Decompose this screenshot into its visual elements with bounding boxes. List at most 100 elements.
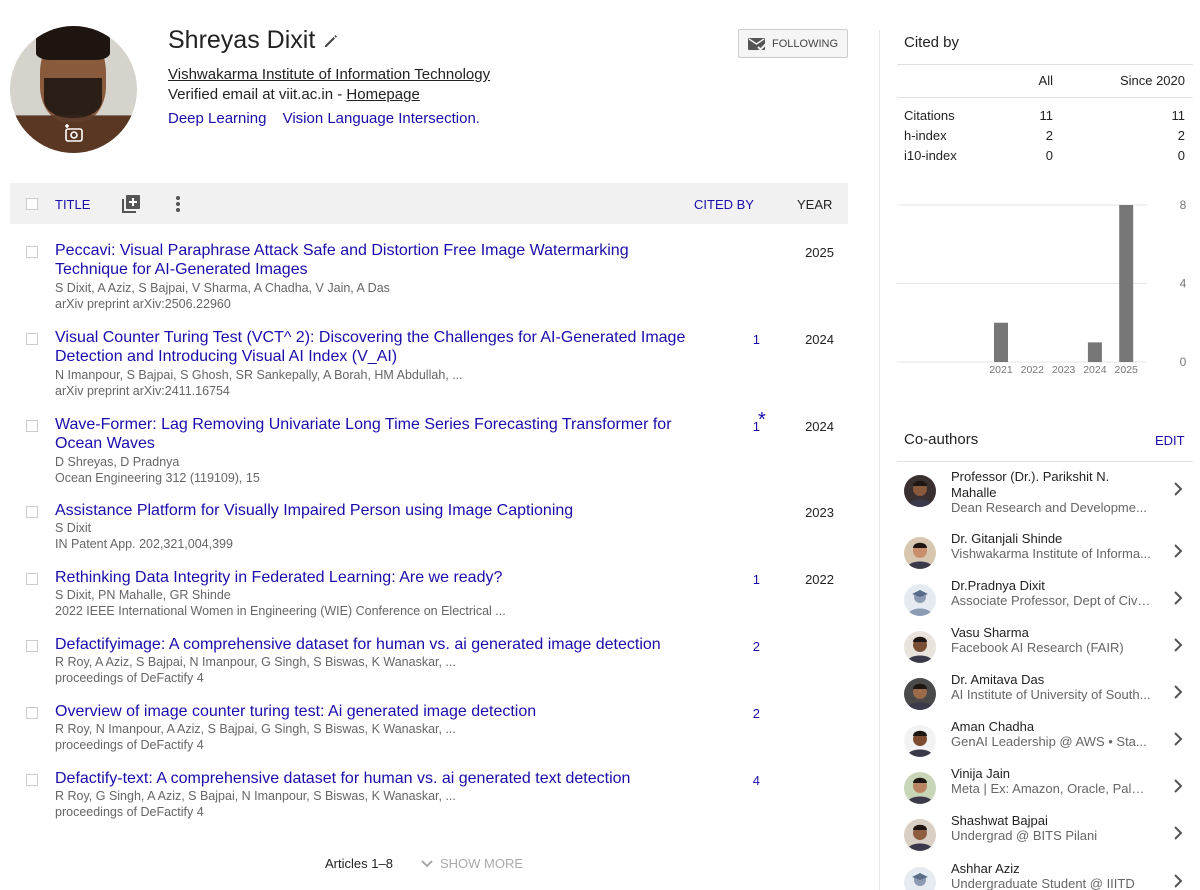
divider bbox=[897, 461, 1193, 462]
article-venue: proceedings of DeFactify 4 bbox=[55, 738, 204, 752]
coauthor-item[interactable]: Vinija Jain Meta | Ex: Amazon, Oracle, Pa… bbox=[897, 766, 1193, 813]
row-checkbox[interactable] bbox=[26, 707, 38, 719]
edit-pencil-icon[interactable] bbox=[322, 32, 340, 50]
merged-citation-star[interactable]: * bbox=[758, 409, 766, 432]
article-venue: arXiv preprint arXiv:2411.16754 bbox=[55, 384, 230, 398]
homepage-link[interactable]: Homepage bbox=[346, 86, 419, 103]
chart-x-tick-label: 2024 bbox=[1083, 364, 1107, 376]
add-photo-icon[interactable] bbox=[64, 124, 84, 142]
row-checkbox[interactable] bbox=[26, 640, 38, 652]
coauthor-name: Professor (Dr.). Parikshit N. Mahalle bbox=[951, 469, 1110, 500]
coauthor-placeholder-avatar bbox=[904, 584, 936, 616]
coauthor-placeholder-avatar bbox=[904, 867, 936, 890]
cited-by-count[interactable]: 1 bbox=[710, 419, 760, 434]
verified-email: Verified email at viit.ac.in - Homepage bbox=[168, 86, 420, 103]
table-row: Assistance Platform for Visually Impaire… bbox=[10, 501, 848, 556]
article-title-link[interactable]: Peccavi: Visual Paraphrase Attack Safe a… bbox=[55, 241, 695, 279]
cited-by-count[interactable]: 4 bbox=[710, 773, 760, 788]
coauthor-name: Dr.Pradnya Dixit bbox=[951, 578, 1045, 593]
sort-by-year[interactable]: YEAR bbox=[797, 197, 832, 212]
metric-label: Citations bbox=[904, 108, 955, 123]
coauthor-item[interactable]: Dr.Pradnya Dixit Associate Professor, Dep… bbox=[897, 578, 1193, 625]
chevron-right-icon[interactable] bbox=[1173, 481, 1183, 497]
row-checkbox[interactable] bbox=[26, 246, 38, 258]
article-title-link[interactable]: Defactifyimage: A comprehensive dataset … bbox=[55, 635, 695, 654]
profile-avatar[interactable] bbox=[10, 26, 137, 153]
coauthor-item[interactable]: Shashwat Bajpai Undergrad @ BITS Pilani bbox=[897, 813, 1193, 860]
chevron-right-icon[interactable] bbox=[1173, 543, 1183, 559]
following-button[interactable]: FOLLOWING bbox=[738, 29, 848, 58]
table-row: Wave-Former: Lag Removing Univariate Lon… bbox=[10, 409, 848, 490]
cited-by-count[interactable]: 1 bbox=[710, 572, 760, 587]
coauthor-name: Ashhar Aziz bbox=[951, 861, 1020, 876]
coauthor-avatar bbox=[904, 772, 936, 804]
chart-x-tick-label: 2021 bbox=[989, 364, 1013, 376]
coauthor-name: Dr. Gitanjali Shinde bbox=[951, 531, 1063, 546]
interest-link[interactable]: Deep Learning bbox=[168, 110, 266, 127]
coauthor-item[interactable]: Professor (Dr.). Parikshit N. Mahalle Dea… bbox=[897, 469, 1193, 516]
article-title-link[interactable]: Overview of image counter turing test: A… bbox=[55, 702, 695, 721]
article-authors: N Imanpour, S Bajpai, S Ghosh, SR Sankep… bbox=[55, 368, 463, 382]
more-vert-icon[interactable] bbox=[173, 194, 183, 214]
chart-bar[interactable] bbox=[1119, 205, 1134, 362]
row-checkbox[interactable] bbox=[26, 573, 38, 585]
article-title-link[interactable]: Wave-Former: Lag Removing Univariate Lon… bbox=[55, 415, 695, 453]
article-authors: S Dixit bbox=[55, 521, 92, 535]
row-checkbox[interactable] bbox=[26, 420, 38, 432]
coauthor-item[interactable]: Aman Chadha GenAI Leadership @ AWS • Sta.… bbox=[897, 719, 1193, 766]
coauthor-item[interactable]: Vasu Sharma Facebook AI Research (FAIR) bbox=[897, 625, 1193, 672]
article-venue: Ocean Engineering 312 (119109), 15 bbox=[55, 471, 260, 485]
row-checkbox[interactable] bbox=[26, 774, 38, 786]
chart-bar[interactable] bbox=[994, 322, 1008, 362]
coauthor-item[interactable]: Dr. Amitava Das AI Institute of Universit… bbox=[897, 672, 1193, 719]
edit-coauthors-button[interactable]: EDIT bbox=[1155, 433, 1185, 448]
table-row: Defactifyimage: A comprehensive dataset … bbox=[10, 635, 848, 690]
coauthor-avatar bbox=[904, 631, 936, 663]
sort-by-cited[interactable]: CITED BY bbox=[694, 197, 754, 212]
metric-label: i10-index bbox=[904, 148, 957, 163]
article-title-link[interactable]: Assistance Platform for Visually Impaire… bbox=[55, 501, 695, 520]
article-title-link[interactable]: Defactify-text: A comprehensive dataset … bbox=[55, 769, 695, 788]
metric-all: 0 bbox=[1045, 148, 1053, 163]
article-authors: R Roy, A Aziz, S Bajpai, N Imanpour, G S… bbox=[55, 655, 456, 669]
row-checkbox[interactable] bbox=[26, 333, 38, 345]
interest-link[interactable]: Vision Language Intersection. bbox=[283, 110, 480, 127]
chart-bar[interactable] bbox=[1087, 342, 1102, 362]
coauthor-item[interactable]: Dr. Gitanjali Shinde Vishwakarma Institut… bbox=[897, 531, 1193, 578]
chevron-right-icon[interactable] bbox=[1173, 873, 1183, 889]
chevron-right-icon[interactable] bbox=[1173, 637, 1183, 653]
citations-bar-chart: 0 4 8 2021 2022 2023 2024 2025 bbox=[897, 198, 1187, 376]
cited-by-count[interactable]: 2 bbox=[710, 706, 760, 721]
chevron-right-icon[interactable] bbox=[1173, 684, 1183, 700]
affiliation-link[interactable]: Vishwakarma Institute of Information Tec… bbox=[168, 66, 490, 83]
add-article-icon[interactable] bbox=[121, 194, 141, 214]
metric-since: 2 bbox=[1177, 128, 1185, 143]
article-title-link[interactable]: Visual Counter Turing Test (VCT^ 2): Dis… bbox=[55, 328, 695, 366]
article-venue: proceedings of DeFactify 4 bbox=[55, 671, 204, 685]
select-all-checkbox[interactable] bbox=[26, 198, 38, 210]
mail-check-icon bbox=[748, 37, 767, 51]
article-year: 2023 bbox=[805, 505, 834, 520]
coauthor-name: Shashwat Bajpai bbox=[951, 813, 1048, 828]
row-checkbox[interactable] bbox=[26, 506, 38, 518]
chart-y-tick-label: 0 bbox=[1180, 355, 1187, 369]
cited-by-count[interactable]: 2 bbox=[710, 639, 760, 654]
coauthor-name: Aman Chadha bbox=[951, 719, 1035, 734]
chevron-right-icon[interactable] bbox=[1173, 731, 1183, 747]
sort-by-title[interactable]: TITLE bbox=[55, 197, 90, 212]
coauthor-affiliation: Vishwakarma Institute of Informa... bbox=[951, 546, 1151, 561]
chevron-right-icon[interactable] bbox=[1173, 590, 1183, 606]
article-title-link[interactable]: Rethinking Data Integrity in Federated L… bbox=[55, 568, 695, 587]
article-venue: IN Patent App. 202,321,004,399 bbox=[55, 537, 233, 551]
chevron-right-icon[interactable] bbox=[1173, 825, 1183, 841]
coauthor-affiliation: GenAI Leadership @ AWS • Sta... bbox=[951, 734, 1147, 749]
coauthor-item[interactable]: Ashhar Aziz Undergraduate Student @ IIITD bbox=[897, 861, 1193, 890]
col-all: All bbox=[1038, 73, 1053, 88]
table-row: Overview of image counter turing test: A… bbox=[10, 702, 848, 757]
profile-name: Shreyas Dixit bbox=[168, 26, 316, 54]
chevron-right-icon[interactable] bbox=[1173, 778, 1183, 794]
show-more-button[interactable]: SHOW MORE bbox=[420, 856, 523, 871]
article-year: 2022 bbox=[805, 572, 834, 587]
cited-by-count[interactable]: 1 bbox=[710, 332, 760, 347]
coauthor-affiliation: Associate Professor, Dept of Civi... bbox=[951, 593, 1151, 608]
